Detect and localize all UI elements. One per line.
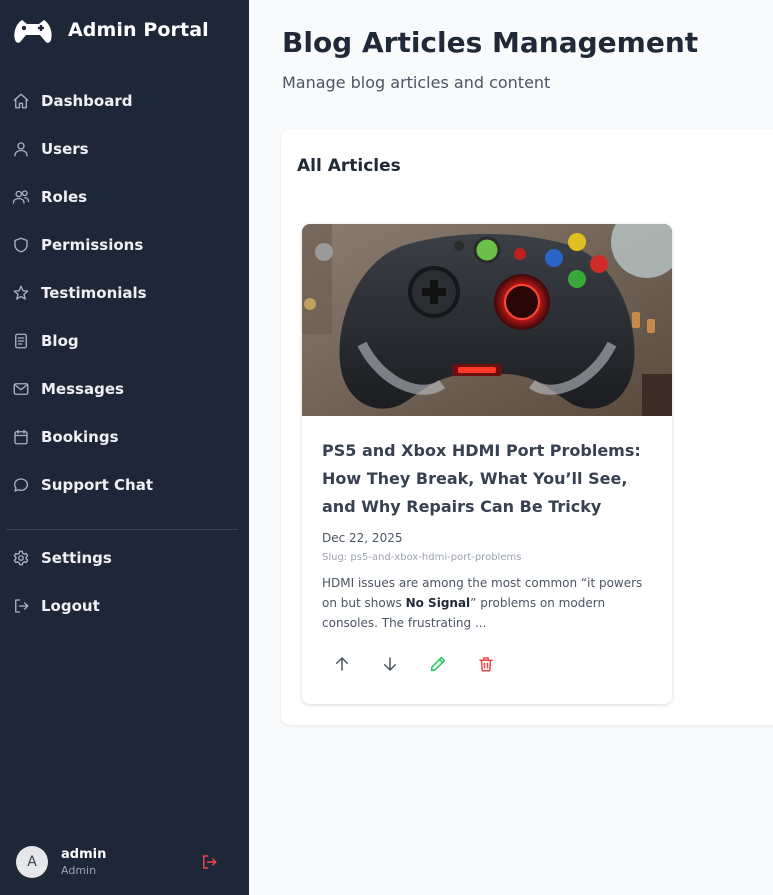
brand[interactable]: Admin Portal	[11, 14, 209, 46]
article-title[interactable]: PS5 and Xbox HDMI Port Problems: How The…	[322, 437, 657, 521]
page-title: Blog Articles Management	[282, 26, 699, 59]
sidebar-item-label: Users	[41, 140, 89, 158]
sidebar-item-label: Dashboard	[41, 92, 133, 110]
panel-title: All Articles	[297, 156, 401, 176]
calendar-icon	[14, 429, 28, 445]
excerpt-text-bold: No Signal	[405, 596, 471, 610]
sidebar-item-label: Blog	[41, 332, 79, 350]
sidebar-item-testimonials[interactable]: Testimonials	[0, 269, 249, 317]
document-icon	[15, 333, 27, 349]
sidebar-item-label: Support Chat	[41, 476, 154, 494]
user-name: admin	[61, 847, 107, 862]
move-up-button[interactable]	[332, 654, 352, 674]
chat-icon	[13, 478, 29, 492]
article-date: Dec 22, 2025	[322, 531, 403, 545]
sidebar-item-label: Roles	[41, 188, 88, 206]
article-slug: Slug: ps5-and-xbox-hdmi-port-problems	[322, 552, 522, 563]
page-subtitle: Manage blog articles and content	[282, 73, 551, 92]
sidebar-item-settings[interactable]: Settings	[0, 534, 249, 582]
logout-button-icon[interactable]	[200, 853, 218, 871]
gear-icon	[13, 550, 29, 566]
avatar[interactable]: A	[16, 846, 48, 878]
user-profile: A admin Admin	[16, 845, 241, 879]
home-icon	[13, 93, 29, 109]
sidebar-item-label: Messages	[41, 380, 124, 398]
user-icon	[14, 142, 28, 157]
arrow-up-icon	[336, 657, 348, 671]
star-icon	[13, 285, 29, 300]
article-actions	[332, 654, 524, 674]
sidebar-item-label: Testimonials	[41, 284, 147, 302]
sidebar-item-label: Bookings	[41, 428, 119, 446]
shield-icon	[14, 237, 28, 253]
move-down-button[interactable]	[380, 654, 400, 674]
mail-icon	[13, 383, 29, 395]
sidebar-item-roles[interactable]: Roles	[0, 173, 249, 221]
sidebar-item-blog[interactable]: Blog	[0, 317, 249, 365]
sidebar-nav: Dashboard Users Roles Permissions Testim…	[0, 77, 249, 509]
sidebar-nav-secondary: Settings Logout	[0, 534, 249, 630]
sidebar-divider	[6, 529, 238, 530]
trash-icon	[479, 657, 493, 672]
sidebar-item-bookings[interactable]: Bookings	[0, 413, 249, 461]
sidebar: Admin Portal Dashboard Users Roles Permi…	[0, 0, 249, 895]
logout-icon	[15, 599, 29, 613]
main-content: Blog Articles Management Manage blog art…	[249, 0, 773, 895]
app-title: Admin Portal	[68, 19, 209, 41]
sidebar-item-logout[interactable]: Logout	[0, 582, 249, 630]
sidebar-item-label: Permissions	[41, 236, 144, 254]
article-cover-image	[302, 224, 672, 416]
sidebar-item-support-chat[interactable]: Support Chat	[0, 461, 249, 509]
sidebar-item-permissions[interactable]: Permissions	[0, 221, 249, 269]
user-role: Admin	[61, 864, 97, 877]
articles-panel: All Articles PS5 and Xbox HDMI Port Prob…	[281, 129, 773, 725]
edit-button[interactable]	[428, 654, 448, 674]
article-excerpt: HDMI issues are among the most common “i…	[322, 573, 657, 633]
sidebar-item-messages[interactable]: Messages	[0, 365, 249, 413]
sidebar-item-label: Settings	[41, 549, 112, 567]
article-card[interactable]: PS5 and Xbox HDMI Port Problems: How The…	[302, 224, 672, 704]
arrow-down-icon	[384, 657, 396, 671]
sidebar-item-users[interactable]: Users	[0, 125, 249, 173]
users-icon	[12, 190, 30, 204]
delete-button[interactable]	[476, 654, 496, 674]
sidebar-item-dashboard[interactable]: Dashboard	[0, 77, 249, 125]
pencil-icon	[430, 656, 446, 672]
sidebar-item-label: Logout	[41, 597, 100, 615]
gamepad-logo-icon	[14, 20, 52, 43]
